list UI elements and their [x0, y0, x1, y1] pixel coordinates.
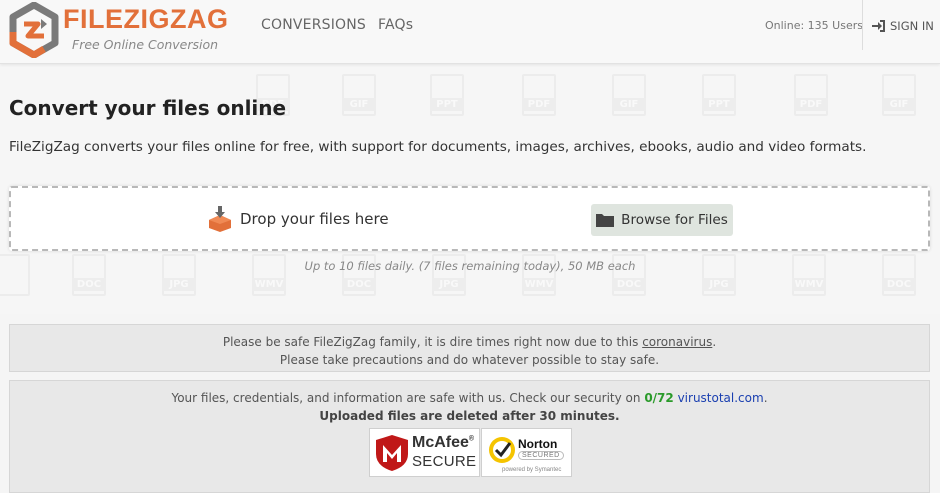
sign-in-icon [872, 20, 885, 32]
nav-conversions[interactable]: CONVERSIONS [261, 17, 366, 33]
safety-notice-line2: Please take precautions and do whatever … [279, 353, 660, 367]
virustotal-link[interactable]: virustotal.com [678, 391, 764, 405]
file-pattern-icon: GIF [612, 74, 646, 116]
zigzag-hexagon-logo-icon [9, 2, 59, 58]
norton-secured-label: SECURED [518, 451, 564, 460]
deletion-notice: Uploaded files are deleted after 30 minu… [319, 409, 620, 423]
coronavirus-link[interactable]: coronavirus [642, 335, 712, 349]
file-pattern-icon: PPT [702, 74, 736, 116]
folder-icon [596, 214, 615, 227]
safety-notice: Please be safe FileZigZag family, it is … [9, 324, 930, 372]
norton-name: Norton [518, 437, 558, 451]
upload-limits: Up to 10 files daily. (7 files remaining… [304, 259, 636, 273]
header-divider [862, 0, 863, 50]
sign-in-link[interactable]: SIGN IN [872, 19, 934, 33]
drop-label: Drop your files here [240, 210, 389, 228]
browse-files-button[interactable]: Browse for Files [591, 204, 733, 236]
drop-area[interactable]: Drop your files here [208, 206, 389, 232]
mcafee-badge[interactable]: McAfee® SECURE [369, 428, 480, 477]
file-pattern-icon: PPT [430, 74, 464, 116]
file-pattern-icon: GIF [342, 74, 376, 116]
download-box-icon [209, 206, 231, 232]
norton-badge[interactable]: Norton SECURED powered by Symantec [481, 428, 572, 477]
mcafee-shield-icon [376, 435, 408, 471]
mcafee-name: McAfee® [412, 434, 475, 451]
page-description: FileZigZag converts your files online fo… [9, 139, 867, 155]
logo-tagline: Free Online Conversion [72, 37, 219, 52]
safety-notice-line1: Please be safe FileZigZag family, it is … [222, 335, 717, 349]
browse-label: Browse for Files [621, 212, 728, 228]
virus-score: 0/72 [644, 391, 674, 405]
logo[interactable]: FILEZIGZAG Free Online Conversion [8, 2, 238, 60]
page-title: Convert your files online [9, 96, 287, 120]
file-dropzone[interactable]: Drop your files here Browse for Files [9, 186, 930, 251]
norton-powered-by: powered by Symantec [502, 467, 562, 473]
file-pattern-icon: PDF [522, 74, 556, 116]
file-pattern-icon: PDF [794, 74, 828, 116]
file-pattern-icon: GIF [882, 74, 916, 116]
security-badges: McAfee® SECURE Norton SECURED powered by… [369, 428, 572, 477]
norton-check-icon [489, 437, 515, 463]
online-users: Online: 135 Users [765, 19, 863, 32]
mcafee-secure-label: SECURE [412, 453, 477, 470]
sign-in-label: SIGN IN [890, 19, 934, 33]
nav-faqs[interactable]: FAQs [378, 17, 413, 33]
security-notice-line1: Your files, credentials, and information… [171, 391, 768, 405]
logo-name: FILEZIGZAG [63, 4, 229, 34]
header: FILEZIGZAG Free Online Conversion CONVER… [0, 0, 940, 64]
